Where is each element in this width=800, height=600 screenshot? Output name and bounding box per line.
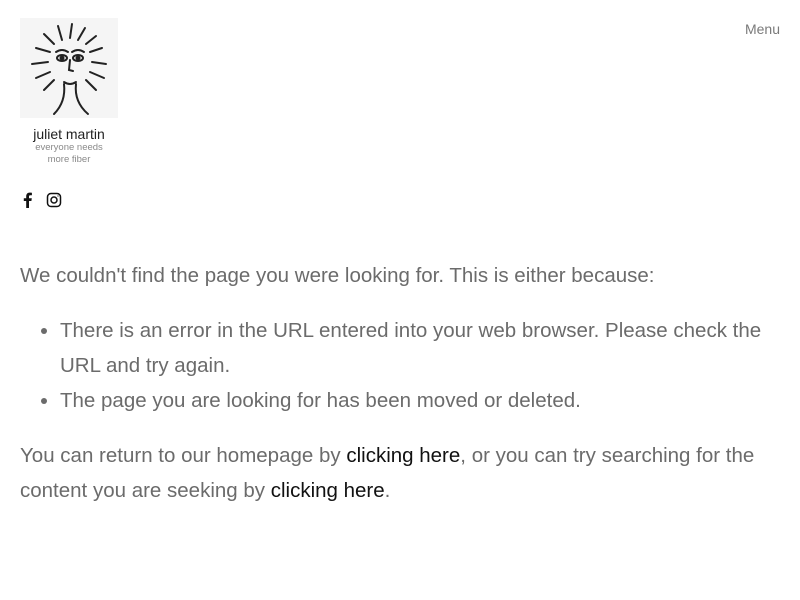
site-header: juliet martin everyone needs more fiber …	[20, 18, 780, 218]
facebook-icon[interactable]	[20, 192, 36, 208]
return-text-end: .	[384, 479, 391, 502]
logo-name: juliet martin	[33, 126, 105, 142]
reason-item: The page you are looking for has been mo…	[60, 383, 782, 418]
not-found-intro: We couldn't find the page you were looki…	[20, 264, 655, 287]
menu-button[interactable]: Menu	[745, 21, 780, 37]
site-logo-link[interactable]: juliet martin everyone needs more fiber	[20, 18, 118, 166]
return-text-start: You can return to our homepage by	[20, 444, 347, 467]
logo-tagline-line2: more fiber	[47, 154, 91, 165]
instagram-icon[interactable]	[46, 192, 62, 208]
logo-tagline-line1: everyone needs	[35, 142, 103, 153]
return-paragraph: You can return to our homepage by clicki…	[20, 438, 782, 508]
reason-item: There is an error in the URL entered int…	[60, 313, 782, 383]
logo-illustration	[20, 18, 118, 118]
page-content: We couldn't find the page you were looki…	[20, 258, 782, 508]
homepage-link[interactable]: clicking here	[346, 444, 460, 467]
social-links	[20, 192, 62, 208]
search-link[interactable]: clicking here	[271, 479, 385, 502]
reason-list: There is an error in the URL entered int…	[20, 313, 782, 418]
